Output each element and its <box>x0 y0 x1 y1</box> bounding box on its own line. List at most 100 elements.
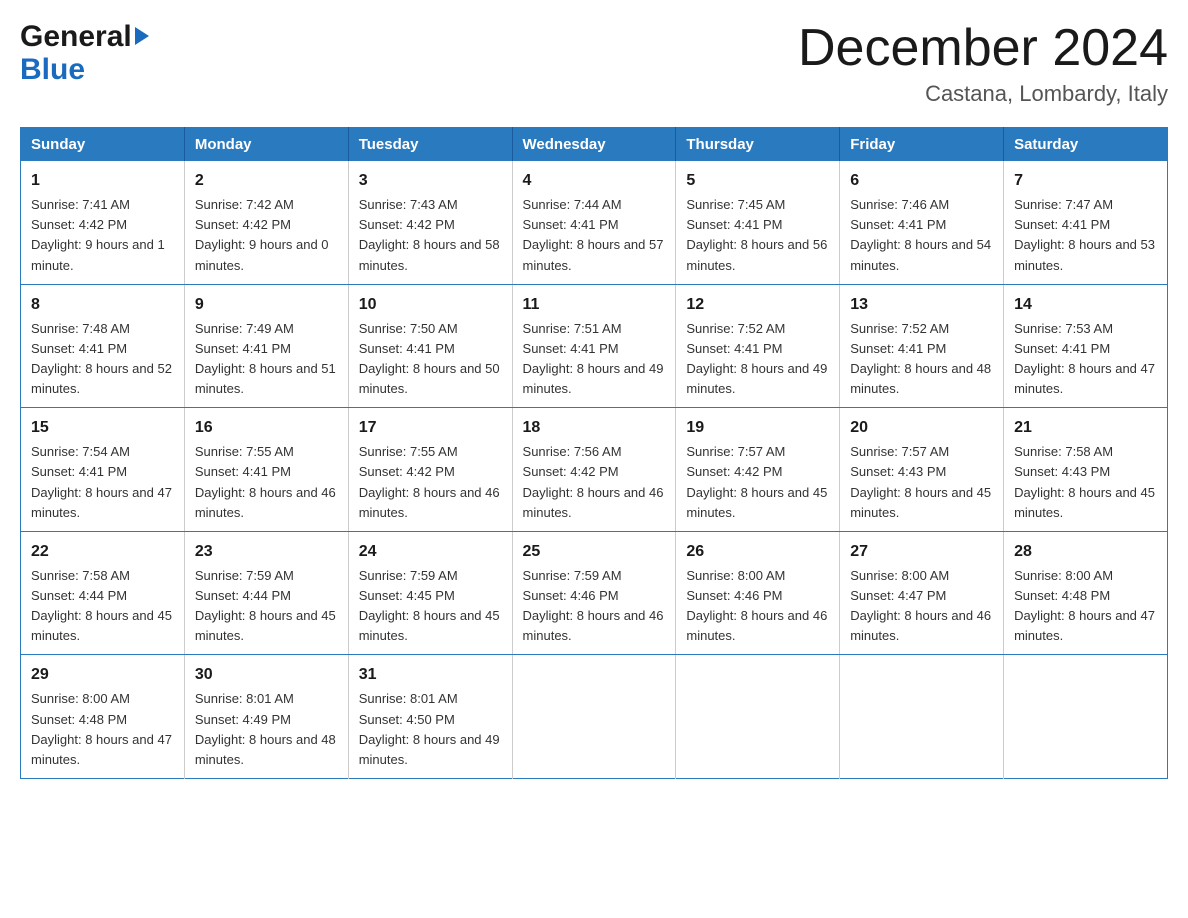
day-info: Sunrise: 7:44 AMSunset: 4:41 PMDaylight:… <box>523 195 666 276</box>
day-of-week-header: Wednesday <box>512 128 676 162</box>
day-number: 10 <box>359 293 502 317</box>
day-number: 28 <box>1014 540 1157 564</box>
day-number: 18 <box>523 416 666 440</box>
day-number: 30 <box>195 663 338 687</box>
location: Castana, Lombardy, Italy <box>798 81 1168 107</box>
calendar-day-cell: 14Sunrise: 7:53 AMSunset: 4:41 PMDayligh… <box>1004 284 1168 408</box>
day-info: Sunrise: 7:41 AMSunset: 4:42 PMDaylight:… <box>31 195 174 276</box>
calendar-day-cell: 18Sunrise: 7:56 AMSunset: 4:42 PMDayligh… <box>512 408 676 532</box>
calendar-header: SundayMondayTuesdayWednesdayThursdayFrid… <box>21 128 1168 162</box>
day-info: Sunrise: 7:57 AMSunset: 4:42 PMDaylight:… <box>686 442 829 523</box>
day-number: 12 <box>686 293 829 317</box>
day-number: 8 <box>31 293 174 317</box>
day-number: 2 <box>195 169 338 193</box>
day-number: 15 <box>31 416 174 440</box>
day-info: Sunrise: 8:01 AMSunset: 4:49 PMDaylight:… <box>195 689 338 770</box>
calendar-day-cell: 2Sunrise: 7:42 AMSunset: 4:42 PMDaylight… <box>184 161 348 284</box>
day-number: 31 <box>359 663 502 687</box>
day-number: 4 <box>523 169 666 193</box>
day-info: Sunrise: 7:50 AMSunset: 4:41 PMDaylight:… <box>359 319 502 400</box>
calendar-day-cell: 5Sunrise: 7:45 AMSunset: 4:41 PMDaylight… <box>676 161 840 284</box>
day-info: Sunrise: 7:59 AMSunset: 4:44 PMDaylight:… <box>195 566 338 647</box>
day-info: Sunrise: 7:42 AMSunset: 4:42 PMDaylight:… <box>195 195 338 276</box>
day-number: 16 <box>195 416 338 440</box>
day-number: 25 <box>523 540 666 564</box>
day-number: 27 <box>850 540 993 564</box>
calendar-week-row: 1Sunrise: 7:41 AMSunset: 4:42 PMDaylight… <box>21 161 1168 284</box>
day-info: Sunrise: 7:59 AMSunset: 4:45 PMDaylight:… <box>359 566 502 647</box>
calendar-day-cell: 26Sunrise: 8:00 AMSunset: 4:46 PMDayligh… <box>676 531 840 655</box>
day-info: Sunrise: 7:53 AMSunset: 4:41 PMDaylight:… <box>1014 319 1157 400</box>
day-info: Sunrise: 8:00 AMSunset: 4:48 PMDaylight:… <box>31 689 174 770</box>
day-number: 6 <box>850 169 993 193</box>
calendar-day-cell: 11Sunrise: 7:51 AMSunset: 4:41 PMDayligh… <box>512 284 676 408</box>
day-number: 23 <box>195 540 338 564</box>
day-number: 20 <box>850 416 993 440</box>
day-number: 13 <box>850 293 993 317</box>
calendar-week-row: 8Sunrise: 7:48 AMSunset: 4:41 PMDaylight… <box>21 284 1168 408</box>
day-of-week-header: Thursday <box>676 128 840 162</box>
calendar-day-cell: 19Sunrise: 7:57 AMSunset: 4:42 PMDayligh… <box>676 408 840 532</box>
day-info: Sunrise: 7:57 AMSunset: 4:43 PMDaylight:… <box>850 442 993 523</box>
calendar-day-cell: 27Sunrise: 8:00 AMSunset: 4:47 PMDayligh… <box>840 531 1004 655</box>
calendar-day-cell: 31Sunrise: 8:01 AMSunset: 4:50 PMDayligh… <box>348 655 512 779</box>
calendar-day-cell: 6Sunrise: 7:46 AMSunset: 4:41 PMDaylight… <box>840 161 1004 284</box>
calendar-day-cell <box>1004 655 1168 779</box>
header-row: SundayMondayTuesdayWednesdayThursdayFrid… <box>21 128 1168 162</box>
calendar-week-row: 22Sunrise: 7:58 AMSunset: 4:44 PMDayligh… <box>21 531 1168 655</box>
day-info: Sunrise: 7:48 AMSunset: 4:41 PMDaylight:… <box>31 319 174 400</box>
day-info: Sunrise: 7:43 AMSunset: 4:42 PMDaylight:… <box>359 195 502 276</box>
calendar-table: SundayMondayTuesdayWednesdayThursdayFrid… <box>20 127 1168 779</box>
day-number: 19 <box>686 416 829 440</box>
calendar-day-cell: 17Sunrise: 7:55 AMSunset: 4:42 PMDayligh… <box>348 408 512 532</box>
day-number: 1 <box>31 169 174 193</box>
calendar-day-cell: 4Sunrise: 7:44 AMSunset: 4:41 PMDaylight… <box>512 161 676 284</box>
day-number: 9 <box>195 293 338 317</box>
day-number: 26 <box>686 540 829 564</box>
day-info: Sunrise: 7:52 AMSunset: 4:41 PMDaylight:… <box>850 319 993 400</box>
day-info: Sunrise: 7:46 AMSunset: 4:41 PMDaylight:… <box>850 195 993 276</box>
day-number: 3 <box>359 169 502 193</box>
calendar-day-cell: 23Sunrise: 7:59 AMSunset: 4:44 PMDayligh… <box>184 531 348 655</box>
day-number: 21 <box>1014 416 1157 440</box>
calendar-day-cell: 13Sunrise: 7:52 AMSunset: 4:41 PMDayligh… <box>840 284 1004 408</box>
day-info: Sunrise: 7:51 AMSunset: 4:41 PMDaylight:… <box>523 319 666 400</box>
day-info: Sunrise: 7:45 AMSunset: 4:41 PMDaylight:… <box>686 195 829 276</box>
calendar-day-cell <box>676 655 840 779</box>
logo: General Blue <box>20 20 149 87</box>
calendar-day-cell: 30Sunrise: 8:01 AMSunset: 4:49 PMDayligh… <box>184 655 348 779</box>
calendar-day-cell: 20Sunrise: 7:57 AMSunset: 4:43 PMDayligh… <box>840 408 1004 532</box>
day-number: 5 <box>686 169 829 193</box>
day-info: Sunrise: 8:00 AMSunset: 4:46 PMDaylight:… <box>686 566 829 647</box>
day-of-week-header: Tuesday <box>348 128 512 162</box>
day-number: 14 <box>1014 293 1157 317</box>
title-block: December 2024 Castana, Lombardy, Italy <box>798 20 1168 107</box>
page-header: General Blue December 2024 Castana, Lomb… <box>20 20 1168 107</box>
day-info: Sunrise: 7:55 AMSunset: 4:42 PMDaylight:… <box>359 442 502 523</box>
calendar-day-cell: 15Sunrise: 7:54 AMSunset: 4:41 PMDayligh… <box>21 408 185 532</box>
day-info: Sunrise: 7:54 AMSunset: 4:41 PMDaylight:… <box>31 442 174 523</box>
calendar-day-cell: 29Sunrise: 8:00 AMSunset: 4:48 PMDayligh… <box>21 655 185 779</box>
logo-arrow-icon <box>135 27 149 45</box>
calendar-day-cell: 1Sunrise: 7:41 AMSunset: 4:42 PMDaylight… <box>21 161 185 284</box>
calendar-day-cell: 8Sunrise: 7:48 AMSunset: 4:41 PMDaylight… <box>21 284 185 408</box>
calendar-week-row: 29Sunrise: 8:00 AMSunset: 4:48 PMDayligh… <box>21 655 1168 779</box>
calendar-day-cell: 28Sunrise: 8:00 AMSunset: 4:48 PMDayligh… <box>1004 531 1168 655</box>
calendar-day-cell: 25Sunrise: 7:59 AMSunset: 4:46 PMDayligh… <box>512 531 676 655</box>
day-info: Sunrise: 8:00 AMSunset: 4:48 PMDaylight:… <box>1014 566 1157 647</box>
calendar-day-cell: 9Sunrise: 7:49 AMSunset: 4:41 PMDaylight… <box>184 284 348 408</box>
day-info: Sunrise: 7:47 AMSunset: 4:41 PMDaylight:… <box>1014 195 1157 276</box>
day-number: 24 <box>359 540 502 564</box>
day-of-week-header: Sunday <box>21 128 185 162</box>
day-number: 22 <box>31 540 174 564</box>
day-of-week-header: Monday <box>184 128 348 162</box>
calendar-body: 1Sunrise: 7:41 AMSunset: 4:42 PMDaylight… <box>21 161 1168 778</box>
calendar-day-cell: 22Sunrise: 7:58 AMSunset: 4:44 PMDayligh… <box>21 531 185 655</box>
calendar-day-cell: 16Sunrise: 7:55 AMSunset: 4:41 PMDayligh… <box>184 408 348 532</box>
day-info: Sunrise: 7:56 AMSunset: 4:42 PMDaylight:… <box>523 442 666 523</box>
day-info: Sunrise: 7:59 AMSunset: 4:46 PMDaylight:… <box>523 566 666 647</box>
day-info: Sunrise: 7:52 AMSunset: 4:41 PMDaylight:… <box>686 319 829 400</box>
day-info: Sunrise: 8:00 AMSunset: 4:47 PMDaylight:… <box>850 566 993 647</box>
calendar-day-cell: 12Sunrise: 7:52 AMSunset: 4:41 PMDayligh… <box>676 284 840 408</box>
day-of-week-header: Friday <box>840 128 1004 162</box>
